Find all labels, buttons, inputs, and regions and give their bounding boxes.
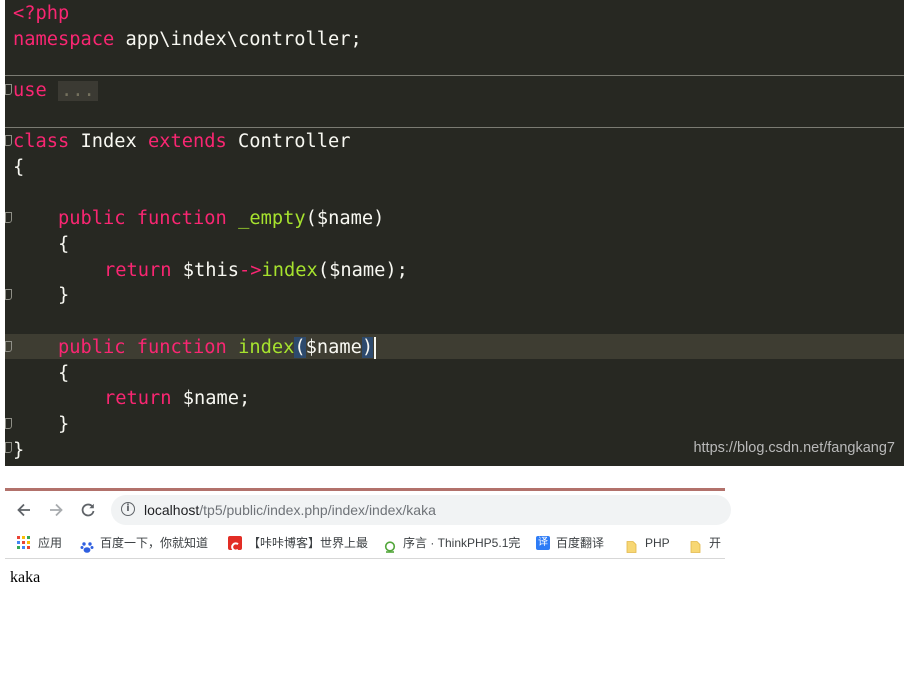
- code-line-1: <?php: [13, 3, 70, 24]
- forward-button[interactable]: [46, 500, 66, 520]
- bookmarks-bar: 应用 百度一下，你就知道 【咔咔博客】世界上最 序言 · ThinkPHP5.1…: [5, 529, 725, 559]
- page-output-text: kaka: [10, 569, 41, 586]
- fold-end-marker-icon[interactable]: [5, 442, 12, 453]
- arrow-right-icon: [50, 503, 63, 517]
- code-line-11: {: [58, 363, 70, 384]
- fold-end-marker-icon[interactable]: [5, 418, 12, 429]
- fold-marker-icon[interactable]: [5, 341, 12, 352]
- reload-button[interactable]: [78, 500, 98, 520]
- code-line-4: class Index extends Controller: [13, 131, 351, 152]
- url-text[interactable]: localhost/tp5/public/index.php/index/ind…: [144, 495, 436, 525]
- text-cursor: [374, 336, 377, 359]
- fold-marker-icon[interactable]: [5, 135, 12, 146]
- code-line-9: }: [58, 285, 70, 306]
- address-bar[interactable]: i localhost/tp5/public/index.php/index/i…: [111, 495, 731, 525]
- arrow-left-icon: [17, 503, 30, 517]
- bookmark-apps[interactable]: 应用: [17, 529, 62, 558]
- bookmark-folder-kai[interactable]: 开: [689, 529, 721, 558]
- fold-marker-icon[interactable]: [5, 84, 12, 95]
- apps-grid-icon: [17, 536, 30, 550]
- folder-icon: [689, 536, 703, 553]
- bookmark-csdn[interactable]: 【咔咔博客】世界上最: [228, 529, 368, 558]
- code-line-8: return $this->index($name);: [104, 260, 408, 281]
- back-button[interactable]: [14, 500, 34, 520]
- csdn-logo-icon: [228, 535, 242, 552]
- code-editor[interactable]: <?php namespace app\index\controller; us…: [5, 0, 904, 466]
- fold-separator: [5, 127, 904, 128]
- code-line-10: public function index($name): [58, 335, 377, 361]
- reload-icon: [81, 503, 95, 517]
- code-line-6: public function _empty($name): [58, 208, 385, 229]
- baidu-paw-icon: [80, 536, 94, 553]
- browser-window: i localhost/tp5/public/index.php/index/i…: [5, 488, 731, 682]
- bookmark-folder-php[interactable]: PHP: [625, 529, 670, 558]
- page-content: kaka: [5, 559, 725, 682]
- code-line-3: use ...: [13, 78, 98, 104]
- code-line-14: }: [13, 440, 25, 461]
- info-icon[interactable]: i: [121, 502, 135, 516]
- bookmark-baidu[interactable]: 百度一下，你就知道: [80, 529, 208, 558]
- fold-end-marker-icon[interactable]: [5, 289, 12, 300]
- fold-marker-icon[interactable]: [5, 212, 12, 223]
- collapsed-region[interactable]: ...: [58, 81, 98, 101]
- bookmark-fanyi[interactable]: 译百度翻译: [536, 529, 604, 558]
- code-line-13: }: [58, 414, 70, 435]
- code-line-12: return $name;: [104, 388, 251, 409]
- code-line-7: {: [58, 234, 70, 255]
- browser-toolbar: i localhost/tp5/public/index.php/index/i…: [5, 491, 731, 529]
- code-line-2: namespace app\index\controller;: [13, 29, 362, 50]
- code-line-5: {: [13, 157, 25, 178]
- thinkphp-icon: [383, 536, 397, 553]
- translate-icon: 译: [536, 535, 550, 550]
- bookmark-thinkphp[interactable]: 序言 · ThinkPHP5.1完: [383, 529, 520, 558]
- watermark: https://blog.csdn.net/fangkang7: [693, 440, 895, 456]
- fold-separator: [5, 75, 904, 76]
- folder-icon: [625, 536, 639, 553]
